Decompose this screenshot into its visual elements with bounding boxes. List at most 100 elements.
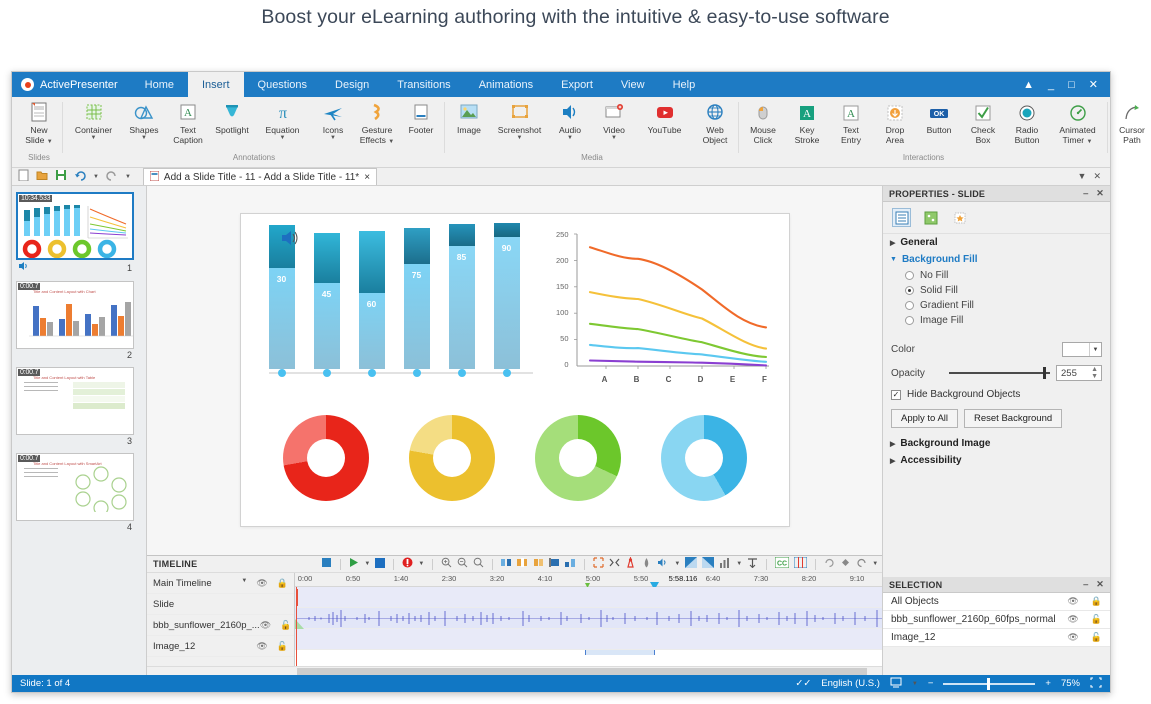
ribbon-footer-button[interactable]: Footer [399,97,443,135]
blur-icon[interactable] [641,557,652,572]
timeline-row-video[interactable]: bbb_sunflower_2160p_... 👁 🔓 [147,615,294,636]
keyframe-icon[interactable] [840,557,851,571]
reset-background-button[interactable]: Reset Background [964,409,1063,428]
audio-speaker-icon[interactable] [281,230,298,245]
chevron-down-icon[interactable]: ▼ [567,135,573,141]
ribbon-audio-button[interactable]: Audio ▼ [548,97,592,141]
redo-icon[interactable] [106,169,118,184]
ribbon-video-button[interactable]: Video ▼ [592,97,636,141]
donut-chart-row[interactable] [263,408,767,508]
slide-canvas[interactable]: 30 45 60 75 85 90 250 200 150 100 50 0 A… [240,214,789,526]
redo-dropdown-icon[interactable]: ▼ [125,174,131,180]
timeline-lane-video[interactable] [295,608,882,629]
fade-out-icon[interactable] [702,557,715,571]
slide-thumbnail-1[interactable]: 10:34.533 1 [16,192,146,274]
timeline-tracks[interactable]: 0:00 0:50 1:40 2:30 3:20 4:10 5:00 5:50 … [295,573,882,666]
zoom-fit-icon[interactable] [473,557,484,571]
locked-icon[interactable]: 🔒 [1091,596,1102,607]
selection-row-image[interactable]: Image_12 👁 🔓 [883,629,1110,647]
record-stop-icon[interactable] [375,557,386,571]
insert-time-icon[interactable] [501,557,512,571]
ribbon-check-box-button[interactable]: Check Box [961,97,1005,145]
lock-icon[interactable]: 🔒 [277,578,288,589]
eye-icon[interactable]: 👁 [256,641,267,652]
fade-in-icon[interactable] [685,557,698,571]
stop-icon[interactable] [321,557,332,571]
presenter-view-icon[interactable] [890,677,902,691]
crop-icon[interactable] [549,557,560,571]
chevron-down-icon[interactable]: ▼ [611,135,617,141]
fill-option-gradient-fill[interactable]: Gradient Fill [883,298,1110,313]
collapse-icon[interactable]: ⎯ [1084,579,1089,590]
chevron-down-icon[interactable]: ▼ [91,135,97,141]
menu-tab-insert[interactable]: Insert [188,72,244,97]
slide-thumbnail-3[interactable]: 0:00.7 Title and Content Layout with Tab… [16,367,146,446]
delete-time-icon[interactable] [517,557,528,571]
unlocked-icon[interactable]: 🔓 [280,620,291,631]
minimize-icon[interactable]: _ [1048,79,1054,91]
timeline-row-image[interactable]: Image_12 👁 🔓 [147,636,294,657]
properties-section-accessibility[interactable]: ▶ Accessibility [883,452,1110,469]
close-tab-icon[interactable]: × [364,172,370,183]
menu-tab-home[interactable]: Home [131,72,188,97]
collapse-icon[interactable]: ⎯ [1084,188,1089,199]
volume-icon[interactable] [657,557,669,571]
chevron-down-icon[interactable]: ▼ [241,578,247,589]
menu-tab-transitions[interactable]: Transitions [383,72,464,97]
timeline-row-slide[interactable]: Slide [147,594,294,615]
chevron-down-icon[interactable]: ▼ [141,135,147,141]
play-dropdown-icon[interactable]: ▼ [364,561,370,567]
menu-tab-help[interactable]: Help [659,72,710,97]
ribbon-icons-button[interactable]: Icons ▼ [311,97,355,141]
chevron-down-icon[interactable]: ▼ [1089,343,1101,356]
slide-thumbnail-2[interactable]: 0:00.7 Title and Content Layout with Cha… [16,281,146,360]
line-chart[interactable]: 250 200 150 100 50 0 A B C D E F [547,224,779,386]
pin-icon[interactable]: ▲ [1023,79,1034,91]
normalize-icon[interactable] [747,557,758,571]
properties-section-general[interactable]: ▶ General [883,234,1110,251]
ribbon-animated-timer-button[interactable]: Animated Timer ▼ [1049,97,1106,147]
opacity-slider[interactable] [949,366,1050,380]
ribbon-web-object-button[interactable]: Web Object [693,97,737,145]
menu-tab-export[interactable]: Export [547,72,607,97]
ribbon-key-stroke-button[interactable]: A Key Stroke [785,97,829,145]
play-icon[interactable] [349,557,359,571]
undo-icon[interactable] [74,169,86,184]
opacity-value-input[interactable]: 255 ▲ ▼ [1056,365,1102,381]
close-icon[interactable]: ✕ [1093,171,1101,182]
language-label[interactable]: English (U.S.) [821,678,880,689]
eye-icon[interactable]: 👁 [1067,596,1078,607]
eye-icon[interactable]: 👁 [1067,614,1078,625]
close-icon[interactable]: ✕ [1089,78,1098,91]
ribbon-equation-button[interactable]: π Equation ▼ [254,97,311,141]
chevron-down-icon[interactable]: ▼ [280,135,286,141]
merge-icon[interactable] [593,557,604,571]
slide-thumbnail-4[interactable]: 0:00.7 Title and Content Layout with Sma… [16,453,146,532]
chevron-down-icon[interactable]: ▼ [388,139,394,145]
ribbon-gesture-effects-button[interactable]: Gesture Effects ▼ [355,97,399,147]
timeline-lane-image[interactable] [295,629,882,650]
chevron-down-icon[interactable]: ▼ [1087,139,1093,145]
chevron-down-icon[interactable]: ▼ [517,135,523,141]
slide-workspace[interactable]: 30 45 60 75 85 90 250 200 150 100 50 0 A… [147,186,882,555]
noise-reduction-icon[interactable] [719,557,731,571]
zoom-slider[interactable] [943,677,1036,690]
slide-properties-tab[interactable] [892,208,911,227]
properties-section-background-fill[interactable]: ▼ Background Fill [883,251,1110,268]
ribbon-text-caption-button[interactable]: A Text Caption [166,97,210,145]
menu-tab-animations[interactable]: Animations [465,72,547,97]
cut-range-icon[interactable] [533,557,544,571]
spinner-arrows-icon[interactable]: ▲ ▼ [1091,366,1101,380]
volume-dropdown-icon[interactable]: ▼ [674,561,680,567]
record-icon[interactable] [402,557,413,571]
selection-row-all-objects[interactable]: All Objects 👁 🔒 [883,593,1110,611]
hide-background-objects-row[interactable]: ✓ Hide Background Objects [883,385,1110,404]
view-dropdown-icon[interactable]: ▼ [912,681,918,687]
adjust-icon[interactable] [793,556,808,571]
ribbon-button-button[interactable]: OK Button [917,97,961,135]
undo-dropdown-icon[interactable]: ▼ [93,174,99,180]
timeline-track-selector[interactable]: Main Timeline ▼ 👁 🔒 [147,573,294,594]
zoom-out-icon[interactable]: − [928,678,934,689]
fill-option-no-fill[interactable]: No Fill [883,268,1110,283]
more-icon[interactable]: ▼ [872,561,878,567]
